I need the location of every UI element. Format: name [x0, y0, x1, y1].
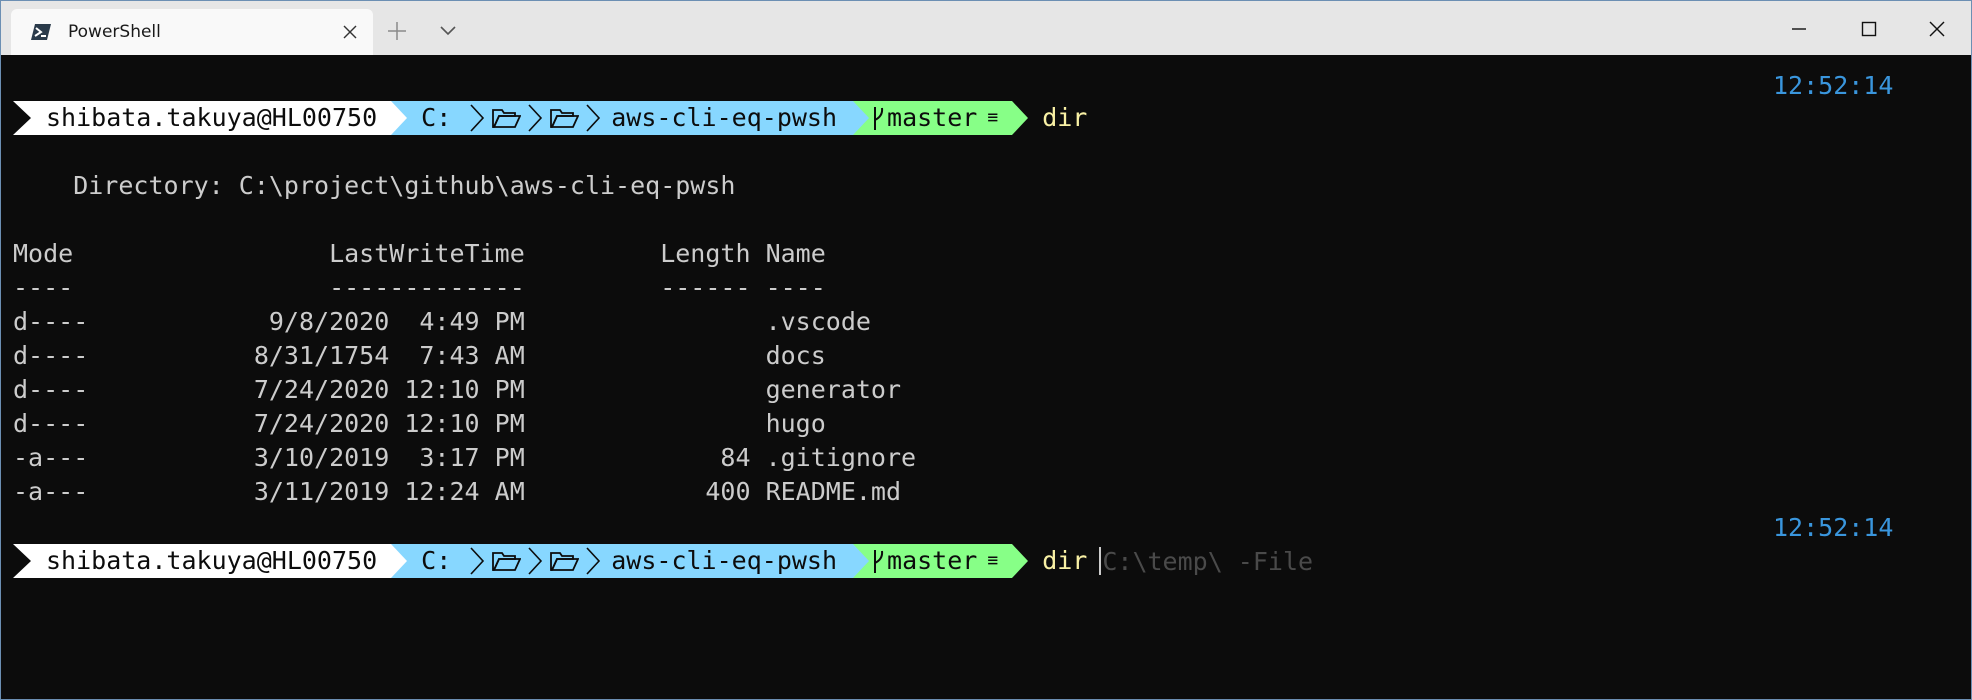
close-button[interactable]: [1903, 1, 1971, 56]
branch-status: ≡: [987, 550, 999, 571]
chevron-right-icon: [586, 104, 601, 132]
text-cursor: [1099, 547, 1102, 575]
minimize-icon: [1792, 27, 1806, 30]
git-branch-icon: [874, 107, 884, 130]
tab-powershell[interactable]: PowerShell: [11, 9, 373, 56]
prompt-branch: master: [887, 546, 978, 575]
table-underline: ---- ------------- ------ ----: [13, 273, 826, 302]
table-header: Mode LastWriteTime Length Name: [13, 239, 826, 268]
prompt-drive: C:: [421, 103, 452, 132]
prompt-clock: 12:52:14: [1773, 513, 1894, 542]
folder-open-icon: [492, 109, 522, 128]
autosuggestion: C:\temp\ -File: [1102, 546, 1314, 576]
prompt-user-segment: shibata.takuya@HL00750: [13, 544, 392, 578]
branch-status: ≡: [987, 107, 999, 128]
folder-open-icon: [550, 109, 580, 128]
chevron-down-icon[interactable]: [437, 21, 459, 41]
prompt-user: shibata.takuya@HL00750: [46, 103, 378, 132]
folder-open-icon: [492, 552, 522, 571]
chevron-right-icon: [470, 104, 485, 132]
chevron-right-icon: [528, 547, 543, 575]
powershell-icon: [31, 24, 51, 40]
prompt-path-segment: C: aws-cli-eq-pwsh: [391, 101, 854, 135]
table-row: d---- 7/24/2020 12:10 PM hugo: [13, 409, 826, 438]
prompt-branch: master: [887, 103, 978, 132]
title-bar: PowerShell: [0, 0, 1972, 56]
table-row: d---- 7/24/2020 12:10 PM generator: [13, 375, 902, 404]
folder-open-icon: [550, 552, 580, 571]
maximize-icon: [1861, 21, 1877, 36]
prompt-git-segment: master ≡: [853, 101, 1013, 135]
terminal-pane[interactable]: 12:52:14 shibata.takuya@HL00750 C: aws-c…: [0, 55, 1972, 700]
prompt-git-segment: master ≡: [853, 544, 1013, 578]
prompt-user-segment: shibata.takuya@HL00750: [13, 101, 392, 135]
prompt-path-segment: C: aws-cli-eq-pwsh: [391, 544, 854, 578]
chevron-right-icon: [470, 547, 485, 575]
table-row: -a--- 3/11/2019 12:24 AM 400 README.md: [13, 477, 902, 506]
close-icon: [1929, 21, 1945, 36]
directory-line: Directory: C:\project\github\aws-cli-eq-…: [13, 171, 736, 200]
maximize-button[interactable]: [1835, 1, 1903, 56]
prompt-drive: C:: [421, 546, 452, 575]
prompt-clock: 12:52:14: [1773, 71, 1894, 100]
tab-title: PowerShell: [68, 22, 161, 42]
command-input[interactable]: dir: [1042, 544, 1087, 578]
table-row: d---- 9/8/2020 4:49 PM .vscode: [13, 307, 871, 336]
table-row: -a--- 3/10/2019 3:17 PM 84 .gitignore: [13, 443, 917, 472]
command-text: dir: [1042, 103, 1088, 132]
chevron-right-icon: [586, 547, 601, 575]
prompt-dir: aws-cli-eq-pwsh: [611, 546, 838, 575]
minimize-button[interactable]: [1765, 1, 1833, 56]
prompt-line: shibata.takuya@HL00750 C: aws-cli-eq-pws…: [13, 544, 1313, 578]
prompt-user: shibata.takuya@HL00750: [46, 546, 378, 575]
table-row: d---- 8/31/1754 7:43 AM docs: [13, 341, 826, 370]
chevron-right-icon: [528, 104, 543, 132]
close-tab-icon[interactable]: [341, 23, 359, 41]
prompt-dir: aws-cli-eq-pwsh: [611, 103, 838, 132]
prompt-line: shibata.takuya@HL00750 C: aws-cli-eq-pws…: [13, 101, 1087, 135]
plus-icon[interactable]: [385, 19, 409, 43]
git-branch-icon: [874, 550, 884, 573]
